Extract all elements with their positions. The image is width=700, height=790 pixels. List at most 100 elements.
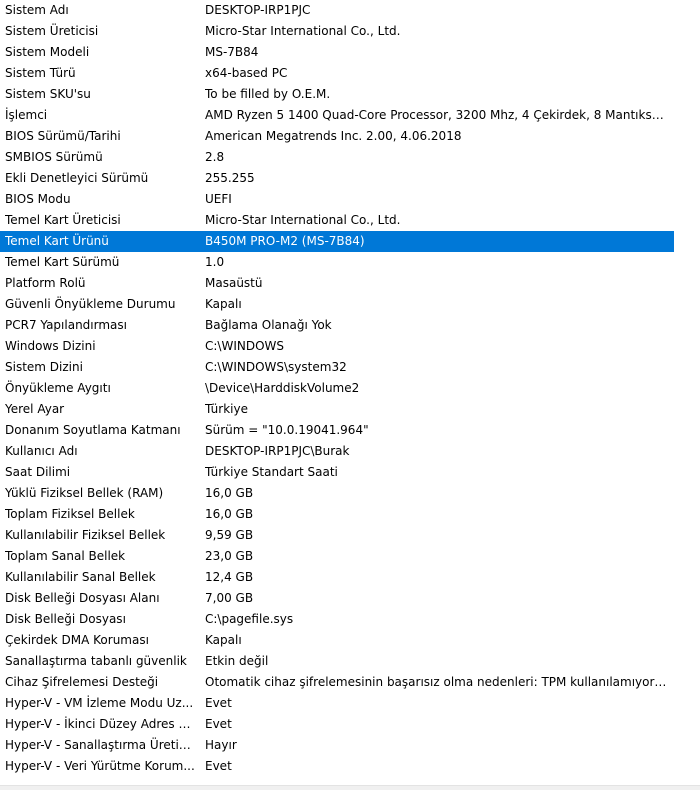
row-value: 16,0 GB xyxy=(205,486,254,500)
row-item-label: Donanım Soyutlama Katmanı xyxy=(5,423,181,437)
row-value: Türkiye xyxy=(205,402,248,416)
list-row[interactable]: Saat Dilimi Türkiye Standart Saati xyxy=(0,462,674,483)
row-item-label: Disk Belleği Dosyası Alanı xyxy=(5,591,160,605)
row-value: 2.8 xyxy=(205,150,225,164)
row-item-label: Temel Kart Sürümü xyxy=(5,255,120,269)
list-row[interactable]: Sistem Adı DESKTOP-IRP1PJC xyxy=(0,0,674,21)
row-value: Micro-Star International Co., Ltd. xyxy=(205,24,401,38)
list-row[interactable]: Hyper-V - VM İzleme Modu Uz... Evet xyxy=(0,693,674,714)
row-item-label: Kullanılabilir Sanal Bellek xyxy=(5,570,156,584)
row-item-label: Sanallaştırma tabanlı güvenlik xyxy=(5,654,187,668)
row-value: 7,00 GB xyxy=(205,591,254,605)
list-row[interactable]: Kullanıcı Adı DESKTOP-IRP1PJC\Burak xyxy=(0,441,674,462)
list-row[interactable]: SMBIOS Sürümü 2.8 xyxy=(0,147,674,168)
row-value: C:\WINDOWS\system32 xyxy=(205,360,347,374)
row-value: x64-based PC xyxy=(205,66,288,80)
row-item-label: Sistem Adı xyxy=(5,3,69,17)
row-value: C:\WINDOWS xyxy=(205,339,285,353)
row-value: Evet xyxy=(205,759,232,773)
list-row[interactable]: İşlemci AMD Ryzen 5 1400 Quad-Core Proces… xyxy=(0,105,674,126)
list-row-selected[interactable]: Temel Kart Ürünü B450M PRO-M2 (MS-7B84) xyxy=(0,231,674,252)
row-value: Otomatik cihaz şifrelemesinin başarısız … xyxy=(205,675,670,689)
list-row[interactable]: Kullanılabilir Fiziksel Bellek 9,59 GB xyxy=(0,525,674,546)
row-value: DESKTOP-IRP1PJC\Burak xyxy=(205,444,350,458)
row-value: DESKTOP-IRP1PJC xyxy=(205,3,311,17)
list-row[interactable]: Disk Belleği Dosyası Alanı 7,00 GB xyxy=(0,588,674,609)
row-item-label: Toplam Sanal Bellek xyxy=(5,549,126,563)
row-item-label: Toplam Fiziksel Bellek xyxy=(5,507,135,521)
list-row[interactable]: Hyper-V - Sanallaştırma Üretici ... Hayır xyxy=(0,735,674,756)
horizontal-scrollbar[interactable] xyxy=(0,786,700,790)
list-row[interactable]: Toplam Fiziksel Bellek 16,0 GB xyxy=(0,504,674,525)
list-row[interactable]: Çekirdek DMA Koruması Kapalı xyxy=(0,630,674,651)
row-item-label: Hyper-V - Veri Yürütme Korum... xyxy=(5,759,195,773)
row-value: Türkiye Standart Saati xyxy=(205,465,338,479)
row-value: Sürüm = "10.0.19041.964" xyxy=(205,423,369,437)
row-value: 1.0 xyxy=(205,255,225,269)
list-row[interactable]: Sanallaştırma tabanlı güvenlik Etkin deği… xyxy=(0,651,674,672)
row-item-label: BIOS Modu xyxy=(5,192,71,206)
row-value: AMD Ryzen 5 1400 Quad-Core Processor, 32… xyxy=(205,108,670,122)
list-row[interactable]: Önyükleme Aygıtı \Device\HarddiskVolume2 xyxy=(0,378,674,399)
list-row[interactable]: Temel Kart Üreticisi Micro-Star Internati… xyxy=(0,210,674,231)
list-row[interactable]: Sistem Üreticisi Micro-Star International… xyxy=(0,21,674,42)
list-row[interactable]: Hyper-V - İkinci Düzey Adres Ç... Evet xyxy=(0,714,674,735)
list-row[interactable]: Kullanılabilir Sanal Bellek 12,4 GB xyxy=(0,567,674,588)
row-value: Etkin değil xyxy=(205,654,269,668)
row-value: 23,0 GB xyxy=(205,549,254,563)
row-value: To be filled by O.E.M. xyxy=(205,87,331,101)
row-item-label: Cihaz Şifrelemesi Desteği xyxy=(5,675,159,689)
row-value: 12,4 GB xyxy=(205,570,254,584)
row-value: Masaüstü xyxy=(205,276,263,290)
list-row[interactable]: PCR7 Yapılandırması Bağlama Olanağı Yok xyxy=(0,315,674,336)
list-row[interactable]: Cihaz Şifrelemesi Desteği Otomatik cihaz … xyxy=(0,672,674,693)
row-item-label: Yüklü Fiziksel Bellek (RAM) xyxy=(5,486,164,500)
row-value: Evet xyxy=(205,696,232,710)
row-item-label: Kullanıcı Adı xyxy=(5,444,78,458)
row-item-label: Sistem SKU'su xyxy=(5,87,91,101)
row-item-label: Hyper-V - Sanallaştırma Üretici ... xyxy=(5,738,197,752)
list-row[interactable]: Yüklü Fiziksel Bellek (RAM) 16,0 GB xyxy=(0,483,674,504)
list-row[interactable]: Donanım Soyutlama Katmanı Sürüm = "10.0.1… xyxy=(0,420,674,441)
row-value: Micro-Star International Co., Ltd. xyxy=(205,213,401,227)
row-item-label: BIOS Sürümü/Tarihi xyxy=(5,129,121,143)
row-item-label: Hyper-V - İkinci Düzey Adres Ç... xyxy=(5,717,197,731)
row-item-label: İşlemci xyxy=(5,108,48,122)
list-row[interactable]: Sistem Dizini C:\WINDOWS\system32 xyxy=(0,357,674,378)
row-item-label: Yerel Ayar xyxy=(5,402,65,416)
row-item-label: Ekli Denetleyici Sürümü xyxy=(5,171,149,185)
system-summary-list[interactable]: Sistem Adı DESKTOP-IRP1PJC Sistem Üreticis… xyxy=(0,0,674,777)
row-value: Bağlama Olanağı Yok xyxy=(205,318,332,332)
list-row[interactable]: Disk Belleği Dosyası C:\pagefile.sys xyxy=(0,609,674,630)
row-value: Kapalı xyxy=(205,297,242,311)
row-value: B450M PRO-M2 (MS-7B84) xyxy=(205,234,365,248)
row-item-label: Çekirdek DMA Koruması xyxy=(5,633,149,647)
row-item-label: Windows Dizini xyxy=(5,339,96,353)
row-item-label: Sistem Dizini xyxy=(5,360,83,374)
list-row[interactable]: BIOS Modu UEFI xyxy=(0,189,674,210)
list-row[interactable]: Temel Kart Sürümü 1.0 xyxy=(0,252,674,273)
list-row[interactable]: Platform Rolü Masaüstü xyxy=(0,273,674,294)
list-row[interactable]: Sistem SKU'su To be filled by O.E.M. xyxy=(0,84,674,105)
row-item-label: Güvenli Önyükleme Durumu xyxy=(5,297,176,311)
list-row[interactable]: Sistem Modeli MS-7B84 xyxy=(0,42,674,63)
list-row[interactable]: Güvenli Önyükleme Durumu Kapalı xyxy=(0,294,674,315)
row-item-label: Sistem Türü xyxy=(5,66,76,80)
row-item-label: Hyper-V - VM İzleme Modu Uz... xyxy=(5,696,194,710)
row-item-label: Kullanılabilir Fiziksel Bellek xyxy=(5,528,166,542)
list-row[interactable]: Windows Dizini C:\WINDOWS xyxy=(0,336,674,357)
row-item-label: Platform Rolü xyxy=(5,276,86,290)
row-value: 255.255 xyxy=(205,171,255,185)
row-value: \Device\HarddiskVolume2 xyxy=(205,381,360,395)
row-value: UEFI xyxy=(205,192,232,206)
list-row[interactable]: Yerel Ayar Türkiye xyxy=(0,399,674,420)
row-value: 16,0 GB xyxy=(205,507,254,521)
list-row[interactable]: Sistem Türü x64-based PC xyxy=(0,63,674,84)
list-row[interactable]: Ekli Denetleyici Sürümü 255.255 xyxy=(0,168,674,189)
row-item-label: Disk Belleği Dosyası xyxy=(5,612,126,626)
list-row[interactable]: Toplam Sanal Bellek 23,0 GB xyxy=(0,546,674,567)
list-row[interactable]: BIOS Sürümü/Tarihi American Megatrends In… xyxy=(0,126,674,147)
list-row[interactable]: Hyper-V - Veri Yürütme Korum... Evet xyxy=(0,756,674,777)
row-value: Hayır xyxy=(205,738,237,752)
row-item-label: Temel Kart Üreticisi xyxy=(5,213,121,227)
